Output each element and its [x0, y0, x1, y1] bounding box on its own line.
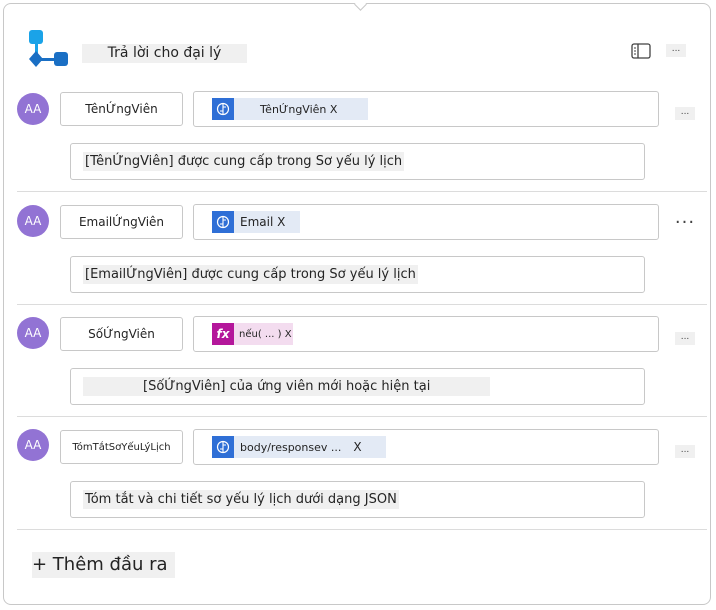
side-panel-icon: [631, 43, 651, 59]
row-divider: [17, 529, 707, 530]
row-more-button[interactable]: ···: [674, 214, 696, 233]
output-description-field[interactable]: [TênỨngViên] được cung cấp trong Sơ yếu …: [70, 143, 645, 180]
token-label: Email X: [240, 215, 286, 229]
row-more-button[interactable]: ...: [675, 445, 695, 458]
row-divider: [17, 304, 707, 305]
page-title: Trả lời cho đại lý: [82, 44, 247, 63]
output-value-field[interactable]: TênỨngViên X: [193, 91, 659, 127]
agent-flow-icon: [29, 30, 68, 67]
function-icon: fx: [212, 323, 234, 345]
token-label: TênỨngViên X: [260, 102, 338, 116]
row-more-button[interactable]: ...: [675, 332, 695, 345]
variable-token[interactable]: body/responsev ... X: [212, 436, 386, 458]
add-output-button[interactable]: + Thêm đầu ra: [32, 552, 175, 578]
row-divider: [17, 416, 707, 417]
agent-response-card: Trả lời cho đại lý ... AA TênỨngViên Tên…: [3, 0, 711, 605]
description-text: [EmailỨngViên] được cung cấp trong Sơ yế…: [83, 265, 418, 284]
output-value-field[interactable]: fx nếu( ... ) X: [193, 316, 659, 352]
variable-token[interactable]: Email X: [212, 211, 300, 233]
output-value-field[interactable]: body/responsev ... X: [193, 429, 659, 465]
token-remove-button[interactable]: X: [351, 440, 361, 454]
brain-circuit-icon: [212, 98, 234, 120]
avatar: AA: [17, 205, 49, 237]
avatar: AA: [17, 429, 49, 461]
output-name-field[interactable]: EmailỨngViên: [60, 205, 183, 239]
brain-circuit-icon: [212, 211, 234, 233]
description-text: [SốỨngViên] của ứng viên mới hoặc hiện t…: [83, 377, 491, 396]
output-description-field[interactable]: [SốỨngViên] của ứng viên mới hoặc hiện t…: [70, 368, 645, 405]
row-more-button[interactable]: ...: [675, 107, 695, 120]
avatar: AA: [17, 317, 49, 349]
header-more-button[interactable]: ...: [666, 44, 686, 57]
variable-token[interactable]: TênỨngViên X: [212, 98, 368, 120]
output-name-field[interactable]: TómTắtSơYếuLýLịch: [60, 430, 183, 464]
description-text: Tóm tắt và chi tiết sơ yếu lý lịch dưới …: [83, 490, 399, 509]
expression-token[interactable]: fx nếu( ... ) X: [212, 323, 293, 345]
side-panel-button[interactable]: [630, 42, 652, 60]
token-label: body/responsev ...: [240, 440, 342, 454]
row-divider: [17, 191, 707, 192]
output-description-field[interactable]: Tóm tắt và chi tiết sơ yếu lý lịch dưới …: [70, 481, 645, 518]
token-label: nếu( ... ) X: [239, 328, 292, 340]
avatar: AA: [17, 93, 49, 125]
description-text: [TênỨngViên] được cung cấp trong Sơ yếu …: [83, 152, 405, 171]
output-value-field[interactable]: Email X: [193, 204, 659, 240]
output-description-field[interactable]: [EmailỨngViên] được cung cấp trong Sơ yế…: [70, 256, 645, 293]
output-name-field[interactable]: TênỨngViên: [60, 92, 183, 126]
connector-notch: [354, 0, 367, 11]
brain-circuit-icon: [212, 436, 234, 458]
output-name-field[interactable]: SốỨngViên: [60, 317, 183, 351]
